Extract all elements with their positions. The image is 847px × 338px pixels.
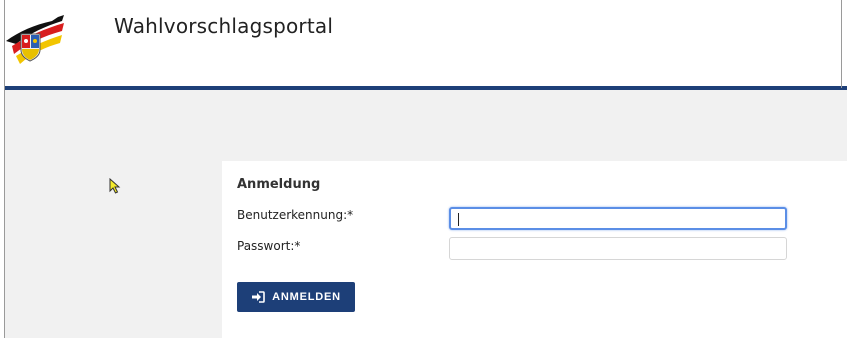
password-label: Passwort:*: [237, 239, 301, 253]
window-left-border: [4, 0, 5, 338]
login-title: Anmeldung: [237, 177, 321, 192]
header-right-border: [841, 0, 842, 88]
mouse-pointer-icon: [109, 178, 121, 194]
password-input[interactable]: [449, 237, 787, 260]
page-header: Wahlvorschlagsportal: [0, 0, 847, 87]
text-caret: [458, 213, 459, 226]
login-button[interactable]: ANMELDEN: [237, 282, 355, 312]
rlp-flag-logo-icon: [6, 15, 64, 64]
app-title: Wahlvorschlagsportal: [114, 14, 334, 38]
login-button-label: ANMELDEN: [272, 291, 341, 303]
username-input[interactable]: [449, 207, 787, 230]
login-card: Anmeldung Benutzerkennung:* Passwort:* A…: [222, 161, 847, 338]
sign-in-icon: [252, 291, 265, 303]
username-label: Benutzerkennung:*: [237, 208, 354, 222]
